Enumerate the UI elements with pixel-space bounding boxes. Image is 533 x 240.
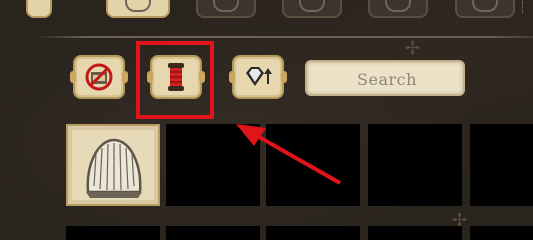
inventory-slot[interactable] xyxy=(166,226,260,240)
hand-icon xyxy=(385,0,411,12)
hairy-hat-icon xyxy=(86,138,142,198)
top-tab-2-selected[interactable] xyxy=(106,0,170,18)
filter-gem-upgrade[interactable] xyxy=(229,55,287,99)
no-station-icon xyxy=(85,63,113,91)
search-input[interactable] xyxy=(307,62,467,96)
inventory-slot[interactable] xyxy=(66,226,160,240)
top-tab-3[interactable] xyxy=(196,0,256,18)
top-tab-1[interactable] xyxy=(26,0,52,18)
leaf-icon xyxy=(299,0,325,12)
top-tab-6[interactable] xyxy=(455,0,515,18)
inventory-slot[interactable] xyxy=(470,124,533,206)
scroll-indicator-icon: ┆ xyxy=(519,0,527,14)
hat-icon xyxy=(125,0,151,12)
inventory-slot[interactable] xyxy=(166,124,260,206)
top-tab-5[interactable] xyxy=(368,0,428,18)
inventory-slot[interactable] xyxy=(266,124,360,206)
inventory-slot-selected[interactable] xyxy=(66,124,160,206)
inventory-slot[interactable] xyxy=(368,124,462,206)
inventory-slot[interactable] xyxy=(266,226,360,240)
inventory-slot[interactable] xyxy=(470,226,533,240)
decorative-splatter: ✢ xyxy=(405,38,421,59)
search-field[interactable] xyxy=(305,60,467,96)
top-tab-4[interactable] xyxy=(282,0,342,18)
inventory-slot[interactable] xyxy=(368,226,462,240)
highlight-box xyxy=(136,41,214,119)
gem-arrow-icon xyxy=(246,67,272,86)
flower-icon xyxy=(213,0,239,12)
filter-crafting-station-off[interactable] xyxy=(70,55,128,99)
divider xyxy=(36,36,533,38)
swirl-icon xyxy=(472,0,498,12)
